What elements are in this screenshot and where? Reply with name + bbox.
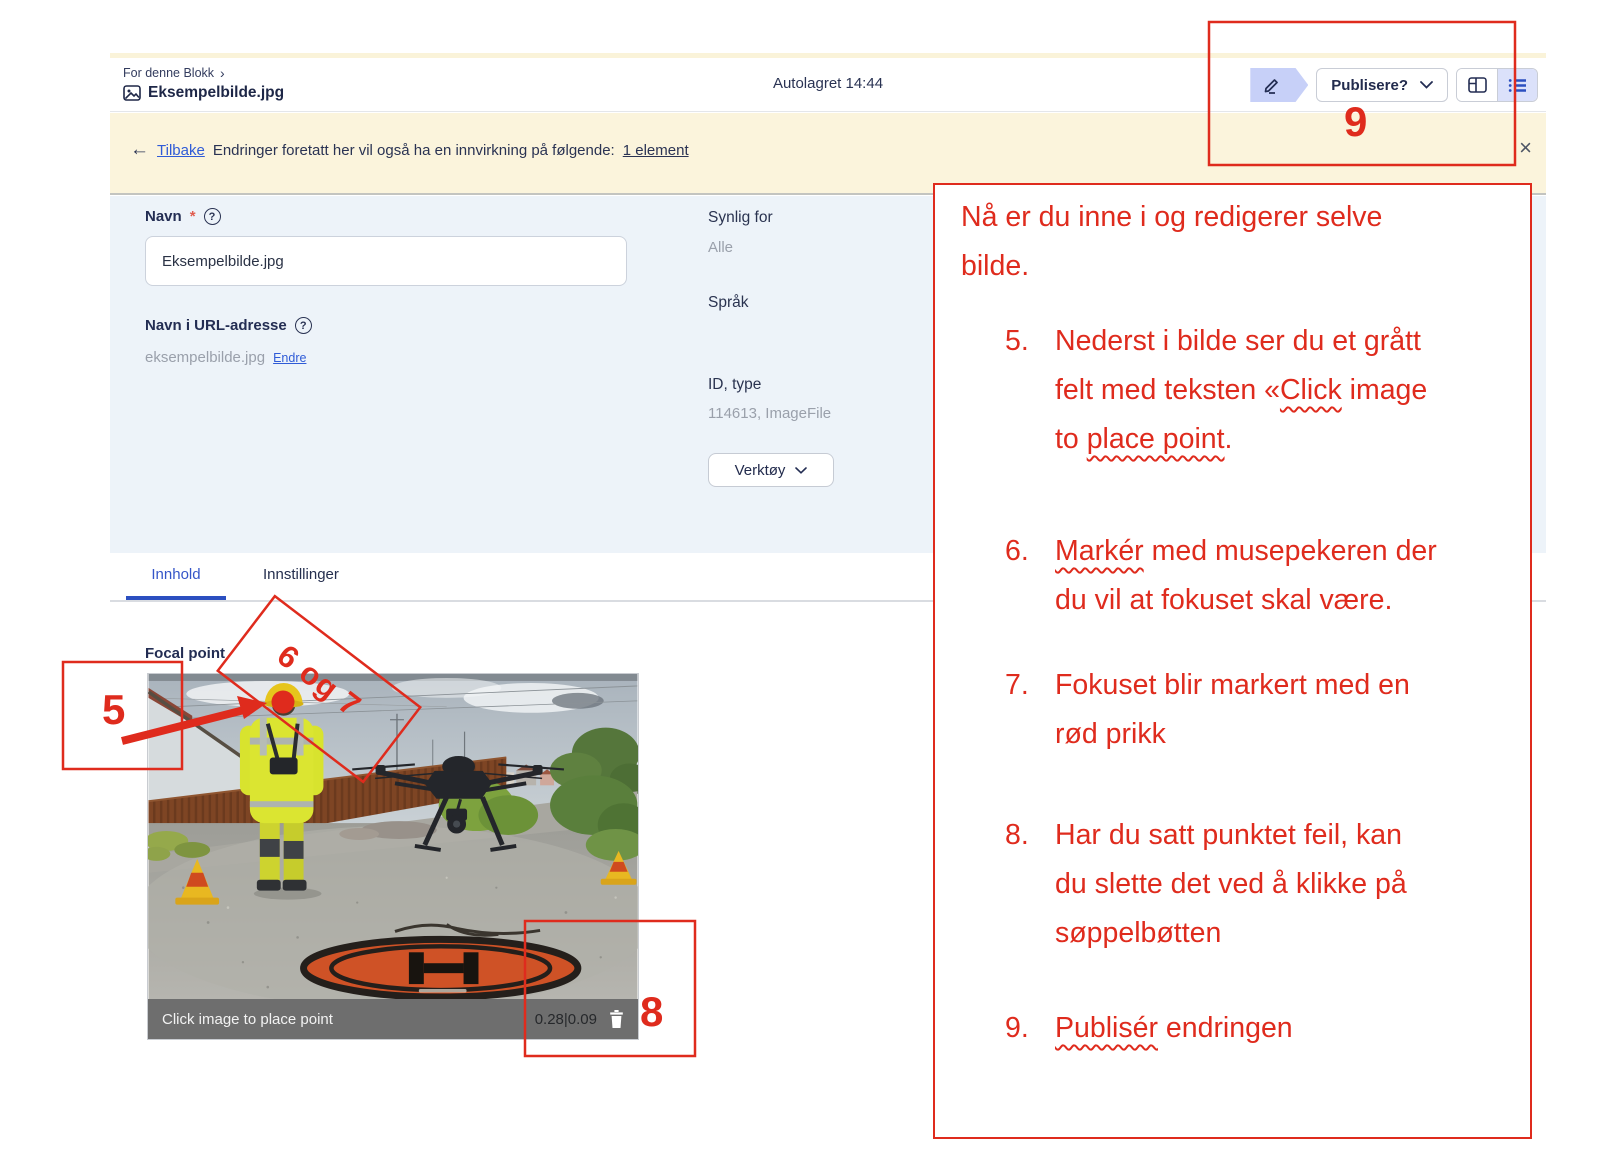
- affected-elements-link[interactable]: 1 element: [623, 142, 689, 159]
- panel-layout-icon: [1468, 77, 1487, 93]
- annotation-item-number: 8.: [1005, 811, 1029, 860]
- notification-message: Endringer foretatt her vil også ha en in…: [213, 142, 615, 159]
- annotation-item-number: 6.: [1005, 527, 1029, 576]
- annotation-item-number: 5.: [1005, 317, 1029, 366]
- tools-dropdown-label: Verktøy: [735, 462, 786, 479]
- name-label: Navn: [145, 208, 182, 225]
- chevron-down-icon: [795, 467, 807, 474]
- drone-photo: [148, 674, 638, 999]
- close-icon[interactable]: ×: [1519, 137, 1532, 159]
- list-view-icon: [1508, 78, 1527, 93]
- page-title: Eksempelbilde.jpg: [148, 84, 284, 102]
- tools-dropdown[interactable]: Verktøy: [708, 453, 834, 487]
- annotation-item-number: 9.: [1005, 1004, 1029, 1053]
- page: For denne Blokk › Eksempelbilde.jpg Auto…: [0, 0, 1600, 1170]
- annotation-number-5: 5: [102, 686, 125, 734]
- list-view-button[interactable]: [1497, 69, 1537, 101]
- instruction-panel: Nå er du inne i og redigerer selvebilde.…: [933, 183, 1532, 1139]
- back-arrow-icon[interactable]: ←: [130, 139, 149, 161]
- panel-intro: Nå er du inne i og redigerer selvebilde.: [961, 193, 1382, 291]
- focal-point-image[interactable]: Click image to place point 0.28|0.09: [147, 673, 639, 1040]
- view-toggle-group: [1456, 68, 1538, 102]
- url-edit-link[interactable]: Endre: [273, 351, 306, 365]
- breadcrumb: For denne Blokk › Eksempelbilde.jpg: [123, 65, 284, 102]
- autosave-status: Autolagret 14:44: [773, 75, 883, 92]
- back-link[interactable]: Tilbake: [157, 142, 205, 159]
- tab-innstillinger[interactable]: Innstillinger: [263, 566, 339, 583]
- help-icon[interactable]: ?: [204, 208, 221, 225]
- annotation-item-number: 7.: [1005, 661, 1029, 710]
- chevron-down-icon: [1420, 81, 1433, 89]
- required-asterisk: *: [190, 208, 196, 225]
- url-name-label: Navn i URL-adresse: [145, 317, 287, 334]
- id-type-value: 114613, ImageFile: [708, 405, 831, 422]
- breadcrumb-chevron-icon: ›: [220, 65, 225, 81]
- visible-for-value: Alle: [708, 239, 733, 256]
- tab-innhold[interactable]: Innhold: [126, 566, 226, 600]
- url-name-value: eksempelbilde.jpg: [145, 349, 265, 366]
- annotation-number-9: 9: [1344, 98, 1367, 146]
- publish-button-label: Publisere?: [1331, 77, 1408, 94]
- trash-icon[interactable]: [609, 1010, 624, 1028]
- breadcrumb-parent[interactable]: For denne Blokk: [123, 66, 214, 80]
- focal-point-label: Focal point: [145, 645, 225, 662]
- visible-for-label: Synlig for: [708, 209, 773, 227]
- edit-mode-tag[interactable]: [1250, 68, 1308, 102]
- focal-point-toolbar: Click image to place point 0.28|0.09: [148, 999, 638, 1039]
- publish-button[interactable]: Publisere?: [1316, 68, 1448, 102]
- focal-coordinates: 0.28|0.09: [535, 1011, 597, 1028]
- image-file-icon: [123, 85, 141, 101]
- help-icon[interactable]: ?: [295, 317, 312, 334]
- name-input[interactable]: [145, 236, 627, 286]
- language-label: Språk: [708, 294, 749, 312]
- focal-hint-text: Click image to place point: [162, 1011, 535, 1028]
- landing-pad: [304, 939, 578, 997]
- id-type-label: ID, type: [708, 376, 761, 394]
- panel-layout-button[interactable]: [1457, 69, 1497, 101]
- header: For denne Blokk › Eksempelbilde.jpg Auto…: [110, 58, 1546, 112]
- pencil-icon: [1262, 75, 1282, 95]
- annotation-number-8: 8: [640, 988, 663, 1036]
